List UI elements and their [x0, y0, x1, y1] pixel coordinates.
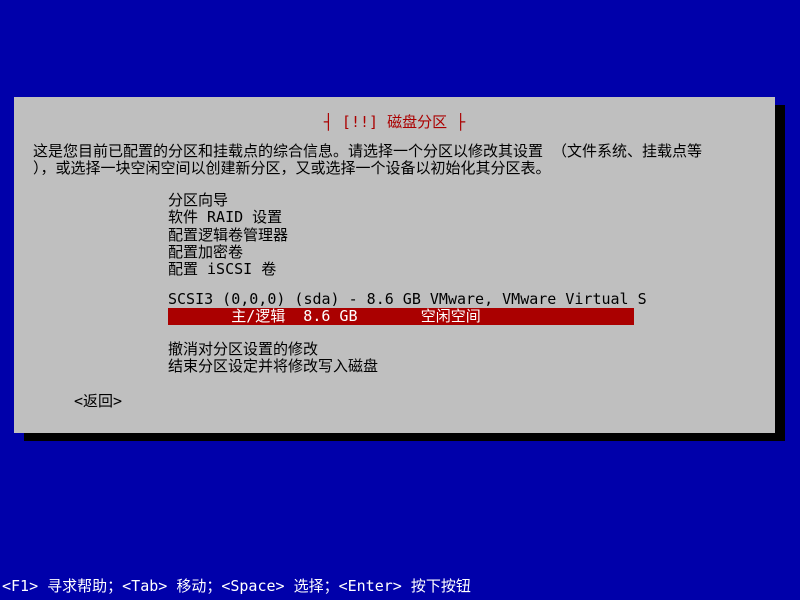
instruction-text: 这是您目前已配置的分区和挂载点的综合信息。请选择一个分区以修改其设置 （文件系统… — [33, 143, 756, 178]
menu-software-raid[interactable]: 软件 RAID 设置 — [168, 209, 288, 226]
disk-header[interactable]: SCSI3 (0,0,0) (sda) - 8.6 GB VMware, VMw… — [168, 290, 647, 308]
dialog-title: ┤ [!!] 磁盘分区 ├ — [14, 111, 775, 132]
menu-undo-changes[interactable]: 撤消对分区设置的修改 — [168, 341, 378, 358]
partition-dialog: ┤ [!!] 磁盘分区 ├ 这是您目前已配置的分区和挂载点的综合信息。请选择一个… — [14, 97, 775, 433]
menu-configure-encrypted[interactable]: 配置加密卷 — [168, 244, 288, 261]
back-button[interactable]: <返回> — [74, 390, 122, 411]
help-bar: <F1> 寻求帮助；<Tab> 移动；<Space> 选择；<Enter> 按下… — [2, 575, 471, 596]
finish-section: 撤消对分区设置的修改 结束分区设定并将修改写入磁盘 — [168, 341, 378, 376]
partition-free-space[interactable]: 主/逻辑 8.6 GB 空闲空间 — [168, 308, 634, 325]
instruction-line2: ），或选择一块空闲空间以创建新分区，又或选择一个设备以初始化其分区表。 — [33, 159, 551, 177]
menu-guided-partitioning[interactable]: 分区向导 — [168, 192, 288, 209]
menu-configure-iscsi[interactable]: 配置 iSCSI 卷 — [168, 261, 288, 278]
menu-configure-lvm[interactable]: 配置逻辑卷管理器 — [168, 227, 288, 244]
menu-finish-partitioning[interactable]: 结束分区设定并将修改写入磁盘 — [168, 358, 378, 375]
menu-list: 分区向导 软件 RAID 设置 配置逻辑卷管理器 配置加密卷 配置 iSCSI … — [168, 192, 288, 278]
instruction-line1: 这是您目前已配置的分区和挂载点的综合信息。请选择一个分区以修改其设置 （文件系统… — [33, 142, 702, 160]
